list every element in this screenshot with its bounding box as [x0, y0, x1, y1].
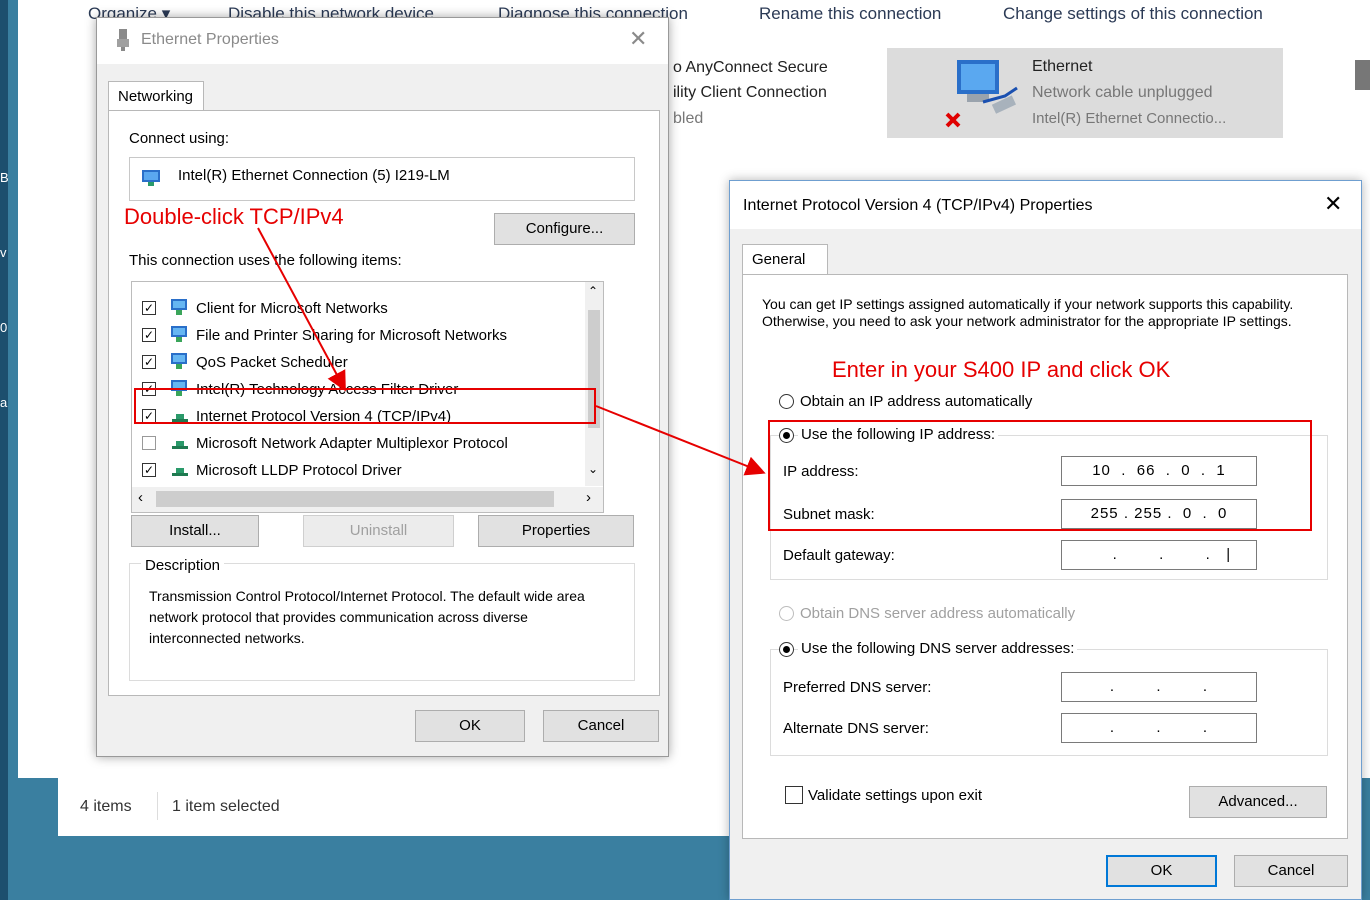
annotation-arrows: [257, 227, 766, 476]
arrow-to-ip-fields: [595, 405, 766, 476]
arrow-to-tcpip: [257, 227, 346, 392]
